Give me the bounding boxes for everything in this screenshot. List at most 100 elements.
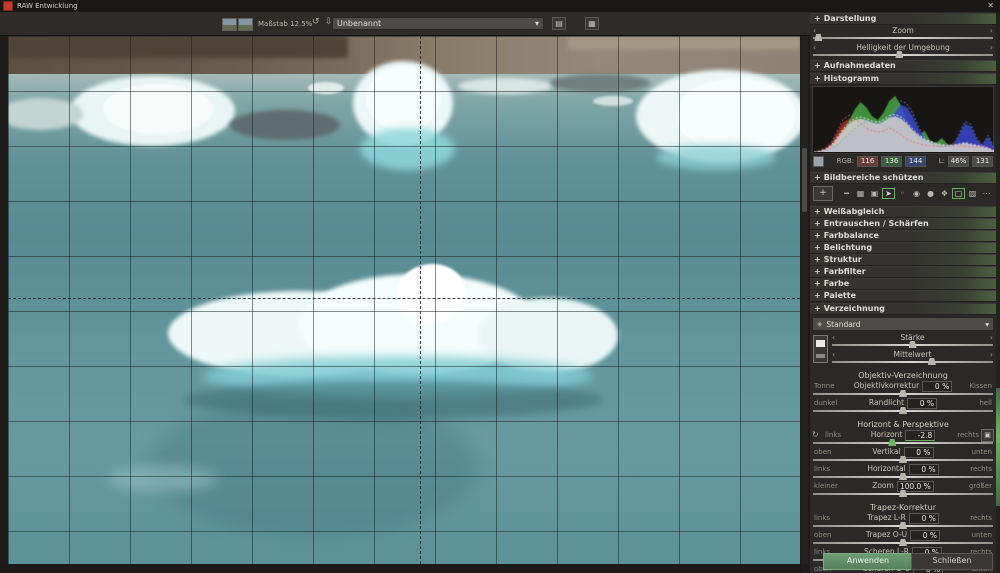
- slider-row-Zoom: ‹Zoom›: [813, 25, 993, 42]
- apply-button[interactable]: Anwenden: [823, 553, 913, 570]
- slider-increment-icon[interactable]: ›: [990, 43, 993, 52]
- panel-header-verzeichnung[interactable]: + Verzeichnung: [810, 303, 996, 315]
- panel-header-histogramm[interactable]: + Histogramm: [810, 73, 996, 85]
- raw-development-window: RAW Entwicklung ✕ Maßstab 12.5% ↺ ⇩ Unbe…: [0, 0, 1000, 573]
- panel-header-belichtung[interactable]: +Belichtung: [810, 242, 996, 254]
- slider-increment-icon[interactable]: ›: [990, 333, 993, 342]
- right-scrollbar[interactable]: [996, 12, 1000, 573]
- grid-overlay-icon[interactable]: ▦: [585, 17, 599, 30]
- slider-row-Helligkeit der Umgebung: ‹Helligkeit der Umgebung›: [813, 42, 993, 59]
- slider-track[interactable]: [813, 410, 993, 412]
- brush-medium-tool[interactable]: ◉: [910, 188, 923, 200]
- panel-header-farbfilter[interactable]: +Farbfilter: [810, 266, 996, 278]
- line-mask-tool[interactable]: ━: [840, 188, 853, 200]
- panel-header-aufnahmedaten[interactable]: + Aufnahmedaten: [810, 60, 996, 72]
- chevron-down-icon: ▾: [985, 320, 989, 329]
- slider-label: Horizont: [871, 430, 903, 439]
- horizon-guide-line[interactable]: [8, 298, 800, 299]
- brush-large-tool[interactable]: ●: [924, 188, 937, 200]
- panel-header-palette[interactable]: +Palette: [810, 290, 996, 302]
- slider-thumb[interactable]: [909, 341, 917, 348]
- slider-row-trapez-o-u: obenTrapez O-U0 %unten: [813, 530, 993, 547]
- preset-dropdown[interactable]: Unbenannt ▾: [332, 17, 544, 30]
- grid-mask-tool[interactable]: ▦: [854, 188, 867, 200]
- slider-track[interactable]: [813, 542, 993, 544]
- panel-title: Aufnahmedaten: [824, 61, 896, 71]
- close-icon[interactable]: ✕: [987, 1, 994, 10]
- pattern-mask-tool[interactable]: ▨: [966, 188, 979, 200]
- slider-track[interactable]: [832, 344, 993, 346]
- slider-track[interactable]: [813, 54, 993, 56]
- previous-image-icon[interactable]: [222, 18, 237, 31]
- slider-track[interactable]: [813, 393, 993, 395]
- image-canvas[interactable]: [8, 36, 800, 564]
- vertical-guide-line[interactable]: [420, 36, 421, 564]
- dialog-footer: Anwenden Schließen: [810, 553, 996, 570]
- slider-increment-icon[interactable]: ›: [990, 350, 993, 359]
- panel-header-farbbalance[interactable]: +Farbbalance: [810, 230, 996, 242]
- slider-track[interactable]: [813, 476, 993, 478]
- panel-title: Struktur: [824, 255, 862, 265]
- slider-label: Zoom: [813, 26, 993, 35]
- panel-header-farbe[interactable]: +Farbe: [810, 278, 996, 290]
- slider-track[interactable]: [813, 493, 993, 495]
- distortion-preset-dropdown[interactable]: ◈ Standard ▾: [812, 317, 994, 331]
- expand-icon: +: [814, 279, 821, 289]
- slider-label: Helligkeit der Umgebung: [813, 43, 993, 52]
- expand-icon: +: [814, 173, 821, 183]
- slider-row-Stärke: ‹Stärke›: [832, 332, 993, 349]
- feather-tool[interactable]: ❖: [938, 188, 951, 200]
- luminance-label: L:: [939, 157, 945, 165]
- slider-value-box[interactable]: -2.8: [905, 430, 935, 441]
- panel-header-entrauschen-sch-rfen[interactable]: +Entrauschen / Schärfen: [810, 218, 996, 230]
- more-tools[interactable]: ⋯: [980, 188, 993, 200]
- save-preset-icon[interactable]: ▤: [552, 17, 566, 30]
- slider-value-box[interactable]: 0 %: [907, 398, 937, 409]
- slider-value-box[interactable]: 0 %: [909, 464, 939, 475]
- slider-track[interactable]: [813, 459, 993, 461]
- histogram-canvas: [814, 88, 994, 152]
- panel-header-struktur[interactable]: +Struktur: [810, 254, 996, 266]
- slider-thumb[interactable]: [928, 358, 936, 365]
- panel-header-darstellung[interactable]: + Darstellung: [810, 13, 996, 25]
- title-bar: RAW Entwicklung ✕: [0, 0, 1000, 12]
- histogram-checkbox[interactable]: [813, 156, 824, 167]
- protection-toolbar: + ━▦▣➤◦◉●❖▢▨⋯: [813, 186, 993, 201]
- brush-small-tool[interactable]: ◦: [896, 188, 909, 200]
- slider-track[interactable]: [813, 525, 993, 527]
- panel-header-bildbereiche-schuetzen[interactable]: + Bildbereiche schützen: [810, 172, 996, 184]
- slider-track[interactable]: [832, 361, 993, 363]
- slider-max-label: hell: [979, 399, 992, 407]
- slider-value-box[interactable]: 0 %: [904, 447, 934, 458]
- distortion-preset-value: Standard: [826, 320, 985, 329]
- gradient-preview-icon[interactable]: [813, 335, 828, 363]
- undo-icon[interactable]: ↺: [312, 17, 320, 27]
- slider-label: Zoom: [872, 481, 894, 490]
- chevron-down-icon: ▾: [535, 19, 539, 28]
- next-image-icon[interactable]: [238, 18, 253, 31]
- scrollbar-thumb[interactable]: [802, 148, 807, 212]
- slider-value-box[interactable]: 0 %: [910, 530, 940, 541]
- darstellung-sliders: ‹Zoom›‹Helligkeit der Umgebung›: [810, 25, 996, 59]
- slider-value-box[interactable]: 0 %: [922, 381, 952, 392]
- expand-icon: +: [814, 207, 821, 217]
- add-protection-button[interactable]: +: [813, 186, 833, 201]
- slider-value-box[interactable]: 0 %: [909, 513, 939, 524]
- filled-mask-tool[interactable]: ▣: [868, 188, 881, 200]
- cursor-tool[interactable]: ➤: [882, 188, 895, 199]
- close-button[interactable]: Schließen: [911, 553, 993, 570]
- slider-track[interactable]: [813, 37, 993, 39]
- rect-mask-tool[interactable]: ▢: [952, 188, 965, 199]
- slider-increment-icon[interactable]: ›: [990, 26, 993, 35]
- settings-sidebar: + Darstellung ‹Zoom›‹Helligkeit der Umge…: [810, 12, 996, 573]
- panel-header-wei-abgleich[interactable]: +Weißabgleich: [810, 206, 996, 218]
- right-scrollbar-thumb[interactable]: [996, 388, 1000, 506]
- sidebar-scrollbar[interactable]: [801, 36, 808, 564]
- slider-thumb[interactable]: [895, 51, 903, 58]
- panel-title: Farbfilter: [824, 267, 866, 277]
- panel-title: Farbe: [824, 279, 850, 289]
- slider-thumb[interactable]: [814, 34, 822, 41]
- slider-max-label: rechts: [970, 514, 992, 522]
- slider-track[interactable]: [813, 442, 993, 444]
- bottom-strip: [0, 564, 801, 573]
